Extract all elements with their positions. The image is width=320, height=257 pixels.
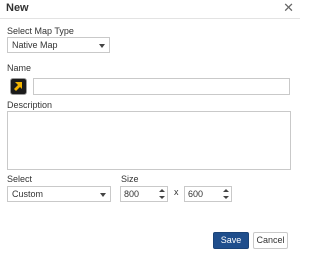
- cancel-button[interactable]: Cancel: [253, 232, 288, 249]
- size-label: Size: [121, 174, 139, 184]
- select-label: Select: [7, 174, 33, 184]
- height-spinner-arrows[interactable]: [221, 187, 231, 201]
- dialog-titlebar: New ✕: [0, 0, 300, 19]
- map-icon[interactable]: [10, 78, 27, 95]
- description-label: Description: [7, 100, 53, 110]
- close-icon[interactable]: ✕: [283, 1, 294, 15]
- width-value: 800: [124, 189, 140, 199]
- name-label: Name: [7, 63, 32, 73]
- map-type-label: Select Map Type: [7, 26, 74, 36]
- chevron-down-icon: [99, 44, 105, 48]
- spinner-down-icon[interactable]: [223, 196, 229, 199]
- chevron-down-icon: [100, 193, 106, 197]
- width-spinner[interactable]: 800: [120, 186, 168, 202]
- map-type-value: Native Map: [12, 40, 58, 50]
- width-spinner-arrows[interactable]: [157, 187, 167, 201]
- description-textarea[interactable]: [7, 111, 291, 170]
- spinner-up-icon[interactable]: [159, 189, 165, 192]
- dialog-title: New: [6, 2, 29, 14]
- spinner-down-icon[interactable]: [159, 196, 165, 199]
- height-spinner[interactable]: 600: [184, 186, 232, 202]
- map-type-select[interactable]: Native Map: [7, 37, 110, 53]
- height-value: 600: [188, 189, 204, 199]
- select-dropdown[interactable]: Custom: [7, 186, 111, 202]
- spinner-up-icon[interactable]: [223, 189, 229, 192]
- select-value: Custom: [12, 189, 44, 199]
- size-separator: x: [174, 187, 179, 197]
- name-input[interactable]: [33, 78, 290, 95]
- save-button[interactable]: Save: [213, 232, 249, 249]
- new-map-dialog: New ✕ Select Map Type Native Map Name De…: [0, 0, 300, 257]
